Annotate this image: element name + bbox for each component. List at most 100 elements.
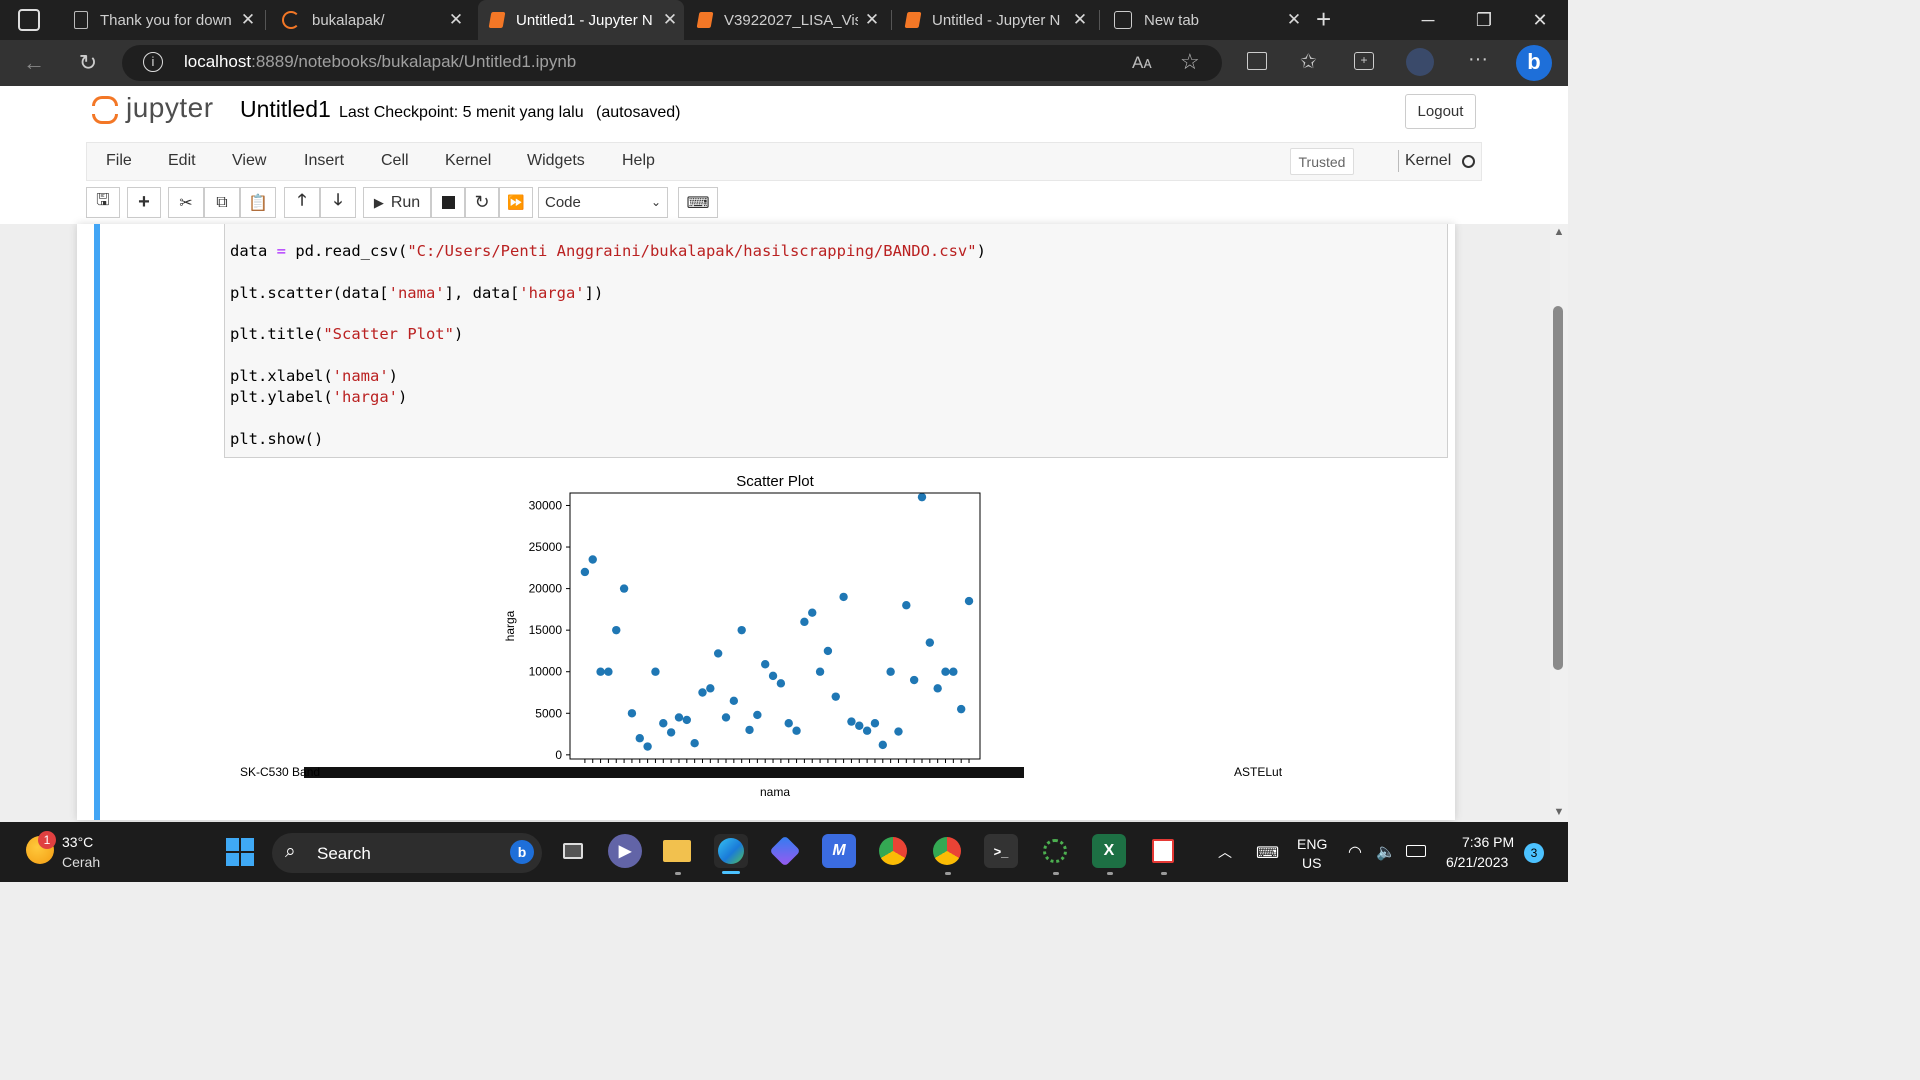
insert-cell-icon[interactable]: + — [127, 187, 161, 218]
logout-button[interactable]: Logout — [1405, 94, 1476, 129]
volume-icon[interactable]: 🔈 — [1376, 842, 1396, 862]
split-screen-icon[interactable] — [1247, 52, 1267, 70]
tab-untitled[interactable]: Untitled - Jupyter N ✕ — [894, 0, 1094, 40]
trusted-indicator[interactable]: Trusted — [1290, 148, 1354, 175]
loading-app-icon[interactable] — [1038, 834, 1072, 868]
favorites-icon[interactable]: ✩ — [1300, 49, 1317, 74]
save-icon[interactable]: 🖫 — [86, 187, 120, 218]
read-aloud-icon[interactable]: Aᴀ — [1132, 53, 1152, 73]
notification-count[interactable]: 3 — [1524, 843, 1544, 863]
kernel-divider — [1398, 150, 1399, 172]
language-top[interactable]: ENG — [1297, 836, 1327, 852]
menu-file[interactable]: File — [106, 152, 132, 170]
close-icon[interactable]: ✕ — [1066, 10, 1094, 30]
scatter-point — [909, 675, 919, 685]
chrome-profile-icon[interactable] — [930, 834, 964, 868]
app-icon[interactable]: M — [822, 834, 856, 868]
clock-date[interactable]: 6/21/2023 — [1446, 854, 1508, 870]
tab-bukalapak[interactable]: bukalapak/ ✕ — [270, 0, 470, 40]
close-icon[interactable]: ✕ — [442, 10, 470, 30]
restart-icon[interactable]: ↻ — [465, 187, 499, 218]
teams-chat-icon[interactable]: ▶ — [608, 834, 642, 868]
run-button[interactable]: ▶ Run — [363, 187, 431, 218]
menu-cell[interactable]: Cell — [381, 152, 409, 170]
close-icon[interactable]: ✕ — [234, 10, 262, 30]
restore-icon[interactable]: ❐ — [1456, 0, 1512, 40]
code-line[interactable]: data = pd.read_csv("C:/Users/Penti Anggr… — [230, 242, 986, 260]
interrupt-icon[interactable] — [431, 187, 465, 218]
edge-browser-icon[interactable] — [714, 834, 748, 868]
terminal-icon[interactable]: >_ — [984, 834, 1018, 868]
close-icon[interactable]: ✕ — [858, 10, 886, 30]
refresh-icon[interactable]: ↻ — [70, 45, 106, 81]
jupyter-logo-text[interactable]: jupyter — [126, 92, 214, 124]
scroll-down-icon[interactable]: ▼ — [1551, 806, 1567, 818]
weather-desc[interactable]: Cerah — [62, 854, 100, 870]
code-line[interactable]: plt.scatter(data['nama'], data['harga']) — [230, 284, 603, 302]
url-text[interactable]: localhost:8889/notebooks/bukalapak/Untit… — [184, 52, 576, 72]
code-line[interactable]: plt.title("Scatter Plot") — [230, 325, 463, 343]
menu-insert[interactable]: Insert — [304, 152, 344, 170]
profile-avatar[interactable] — [1406, 48, 1434, 76]
chevron-up-icon[interactable]: ︿ — [1218, 842, 1232, 862]
tab-title: Untitled1 - Jupyter N — [516, 11, 653, 29]
keyboard-shortcuts-icon[interactable]: ⌨ — [678, 187, 718, 218]
taskbar-search-box[interactable] — [272, 833, 542, 873]
cell-type-value: Code — [545, 194, 581, 211]
tab-new-tab[interactable]: New tab ✕ — [1102, 0, 1308, 40]
tab-thank-you[interactable]: Thank you for down ✕ — [62, 0, 262, 40]
site-info-icon[interactable]: i — [143, 52, 163, 72]
y-tick-label: 30000 — [529, 498, 563, 512]
start-windows-icon[interactable] — [226, 838, 254, 866]
clock-time[interactable]: 7:36 PM — [1462, 834, 1514, 850]
new-tab-plus-icon[interactable]: + — [1316, 4, 1331, 35]
code-line[interactable]: plt.show() — [230, 430, 323, 448]
scroll-up-icon[interactable]: ▲ — [1551, 226, 1567, 238]
task-view-icon[interactable] — [556, 834, 590, 868]
app-running-indicator — [1161, 872, 1167, 875]
menu-kernel[interactable]: Kernel — [445, 152, 491, 170]
minimize-icon[interactable]: ─ — [1400, 0, 1456, 40]
paste-icon[interactable]: 📋 — [240, 187, 276, 218]
snipping-tool-icon[interactable] — [1146, 834, 1180, 868]
scatter-point — [659, 719, 668, 728]
language-bottom[interactable]: US — [1302, 855, 1321, 871]
back-arrow-icon[interactable]: ← — [16, 45, 52, 81]
window-close-icon[interactable]: ✕ — [1512, 0, 1568, 40]
restart-run-all-icon[interactable]: ⏩ — [499, 187, 533, 218]
excel-icon[interactable]: X — [1092, 834, 1126, 868]
battery-icon[interactable] — [1406, 845, 1426, 857]
favorite-star-icon[interactable]: ☆ — [1180, 49, 1200, 75]
menu-edit[interactable]: Edit — [168, 152, 196, 170]
code-line[interactable]: plt.ylabel('harga') — [230, 388, 407, 406]
bing-icon[interactable]: b — [510, 840, 534, 864]
move-up-icon[interactable]: 🡑 — [284, 187, 320, 218]
weather-temp[interactable]: 33°C — [62, 834, 93, 850]
code-line[interactable]: plt.xlabel('nama') — [230, 367, 398, 385]
cut-icon[interactable]: ✂ — [168, 187, 204, 218]
close-icon[interactable]: ✕ — [656, 10, 684, 30]
notebook-name[interactable]: Untitled1 — [240, 96, 331, 123]
touch-keyboard-icon[interactable]: ⌨ — [1256, 843, 1279, 863]
cell-type-select[interactable]: Code ⌄ — [538, 187, 668, 218]
more-options-icon[interactable]: ··· — [1468, 48, 1488, 71]
move-down-icon[interactable]: 🡓 — [320, 187, 356, 218]
y-tick-label: 10000 — [529, 665, 563, 679]
tab-actions-icon[interactable] — [18, 9, 40, 31]
scroll-thumb[interactable] — [1553, 306, 1563, 670]
collections-icon[interactable]: + — [1354, 52, 1374, 70]
kernel-name[interactable]: Kernel — [1405, 152, 1451, 170]
tab-untitled1[interactable]: Untitled1 - Jupyter N ✕ — [478, 0, 684, 40]
wifi-icon[interactable]: ◠ — [1348, 842, 1362, 862]
file-explorer-icon[interactable] — [660, 834, 694, 868]
menu-help[interactable]: Help — [622, 152, 655, 170]
jupyter-logo-icon[interactable] — [92, 96, 118, 126]
copy-icon[interactable]: ⧉ — [204, 187, 240, 218]
chrome-icon[interactable] — [876, 834, 910, 868]
close-icon[interactable]: ✕ — [1280, 10, 1308, 30]
copilot-icon[interactable] — [768, 834, 802, 868]
bing-chat-icon[interactable]: b — [1516, 45, 1552, 81]
tab-v3922027[interactable]: V3922027_LISA_Visu ✕ — [686, 0, 886, 40]
menu-view[interactable]: View — [232, 152, 266, 170]
menu-widgets[interactable]: Widgets — [527, 152, 585, 170]
